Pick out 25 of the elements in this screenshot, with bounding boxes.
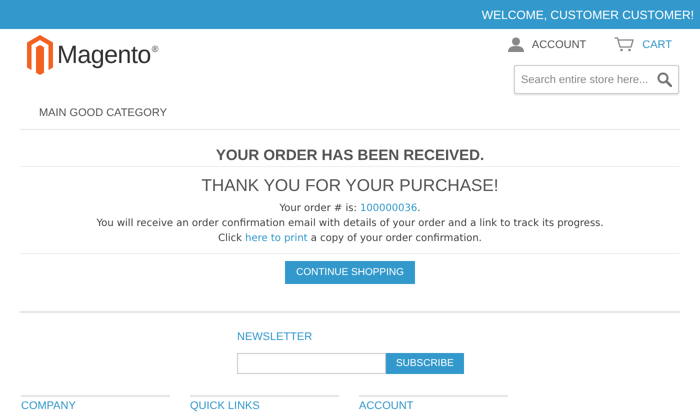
footer-heading: QUICK LINKS xyxy=(190,395,339,412)
page-title: YOUR ORDER HAS BEEN RECEIVED. xyxy=(20,130,680,167)
print-link[interactable]: here to print xyxy=(245,233,308,244)
order-number-link[interactable]: 100000036 xyxy=(360,203,418,214)
footer-heading: ACCOUNT xyxy=(359,395,508,412)
page-subtitle: THANK YOU FOR YOUR PURCHASE! xyxy=(200,175,500,197)
welcome-text: WELCOME, CUSTOMER CUSTOMER! xyxy=(482,8,694,22)
order-number-text: Your order # is: 100000036. xyxy=(278,202,422,216)
search-field[interactable]: Search entire store here... xyxy=(514,65,679,94)
logo-icon xyxy=(27,35,53,75)
cart-link[interactable]: CART xyxy=(614,37,672,52)
cart-icon xyxy=(614,37,634,52)
nav-item[interactable]: MAIN GOOD CATEGORY xyxy=(39,107,167,119)
account-link[interactable]: ACCOUNT xyxy=(508,37,586,52)
trademark-mark: ® xyxy=(152,44,158,54)
confirmation-text: You will receive an order confirmation email with details of your order and a link to track its progress. xyxy=(95,217,605,231)
print-text: Click here to print a copy of your order confirmation. xyxy=(217,232,483,246)
subscribe-button[interactable]: SUBSCRIBE xyxy=(386,353,464,374)
continue-shopping-button[interactable]: CONTINUE SHOPPING xyxy=(285,261,415,284)
person-icon xyxy=(508,37,524,52)
logo-text[interactable]: Magento xyxy=(57,41,151,70)
search-icon[interactable] xyxy=(657,72,672,87)
email-field[interactable] xyxy=(237,353,386,374)
newsletter-heading: NEWSLETTER xyxy=(237,331,314,343)
footer-heading: COMPANY xyxy=(21,395,170,412)
